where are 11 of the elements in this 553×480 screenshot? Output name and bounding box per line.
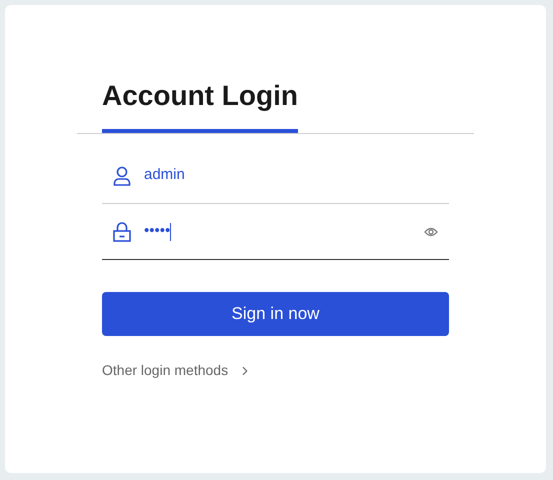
username-field[interactable]: admin: [102, 148, 449, 204]
other-login-link[interactable]: Other login methods: [102, 360, 252, 381]
login-tab[interactable]: Account Login: [102, 75, 298, 133]
user-icon: [113, 166, 131, 186]
field-value: admin: [144, 165, 185, 186]
sign-in-button[interactable]: Sign in now: [102, 292, 449, 336]
text-cursor: [170, 222, 172, 240]
eye-icon[interactable]: [424, 226, 438, 236]
field-value: •••••: [144, 221, 170, 242]
password-field[interactable]: •••••: [102, 204, 449, 260]
lock-icon: [113, 222, 131, 242]
